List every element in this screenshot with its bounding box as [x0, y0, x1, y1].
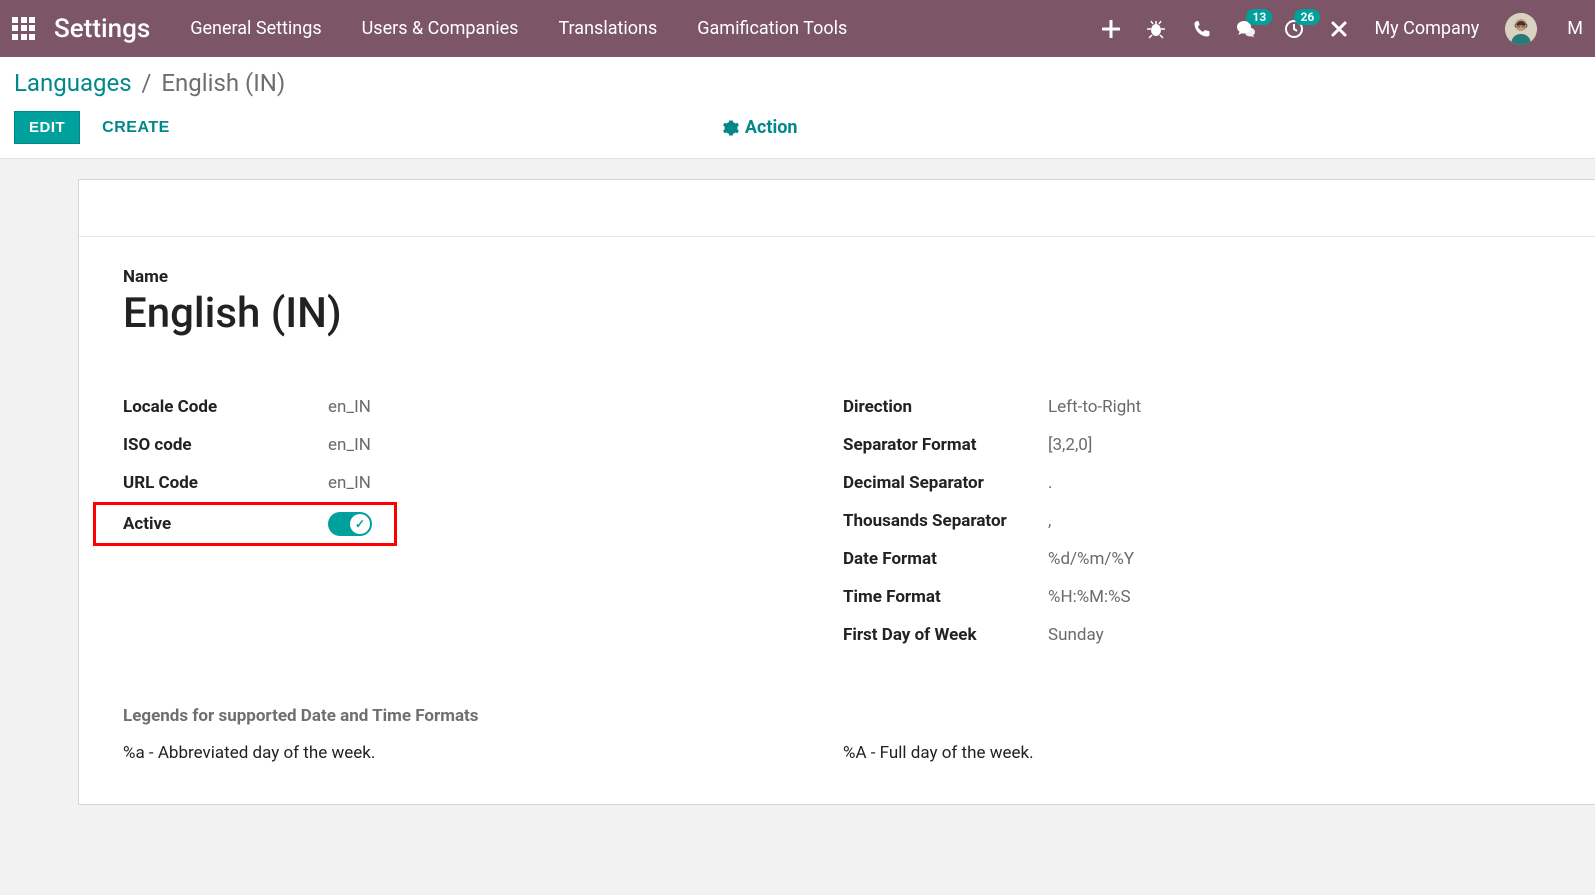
row-time-format: Time Format %H:%M:%S — [843, 578, 1563, 616]
form-col-right: Direction Left-to-Right Separator Format… — [843, 388, 1563, 654]
top-navbar: Settings General Settings Users & Compan… — [0, 0, 1595, 57]
value-date-format: %d/%m/%Y — [1048, 549, 1134, 569]
chat-icon[interactable]: 13 — [1236, 19, 1258, 39]
row-separator-format: Separator Format [3,2,0] — [843, 426, 1563, 464]
clock-icon[interactable]: 26 — [1284, 19, 1304, 39]
bug-icon[interactable] — [1146, 19, 1166, 39]
row-iso-code: ISO code en_IN — [123, 426, 843, 464]
control-panel-buttons: EDIT CREATE Action — [14, 111, 1581, 158]
row-thousands-separator: Thousands Separator , — [843, 502, 1563, 540]
label-iso-code: ISO code — [123, 435, 328, 455]
label-separator-format: Separator Format — [843, 435, 1048, 455]
action-dropdown[interactable]: Action — [723, 117, 798, 138]
create-button[interactable]: CREATE — [88, 112, 184, 144]
legend-item: %A - Full day of the week. — [843, 742, 1563, 764]
label-locale-code: Locale Code — [123, 397, 328, 417]
label-time-format: Time Format — [843, 587, 1048, 607]
value-url-code: en_IN — [328, 473, 371, 493]
app-brand[interactable]: Settings — [54, 14, 150, 44]
form-sheet: Name English (IN) Locale Code en_IN ISO … — [78, 179, 1595, 805]
value-time-format: %H:%M:%S — [1048, 587, 1131, 607]
plus-icon[interactable] — [1102, 20, 1120, 38]
legend-grid: %a - Abbreviated day of the week. %A - F… — [123, 742, 1563, 764]
row-locale-code: Locale Code en_IN — [123, 388, 843, 426]
value-decimal-separator: . — [1048, 473, 1052, 493]
user-initial: M — [1567, 18, 1583, 39]
sheet-body: Name English (IN) Locale Code en_IN ISO … — [79, 237, 1595, 804]
company-switcher[interactable]: My Company — [1374, 18, 1479, 39]
edit-button[interactable]: EDIT — [14, 111, 80, 144]
apps-icon[interactable] — [12, 17, 36, 41]
nav-general-settings[interactable]: General Settings — [190, 18, 321, 39]
breadcrumb-separator: / — [136, 69, 158, 97]
check-icon: ✓ — [355, 517, 365, 531]
form-grid: Locale Code en_IN ISO code en_IN URL Cod… — [123, 388, 1563, 654]
activity-badge: 26 — [1294, 9, 1320, 25]
value-iso-code: en_IN — [328, 435, 371, 455]
legend-item: %a - Abbreviated day of the week. — [123, 742, 843, 764]
legends-header: Legends for supported Date and Time Form… — [123, 706, 1563, 726]
avatar[interactable] — [1505, 13, 1537, 45]
breadcrumb-current: English (IN) — [161, 69, 285, 97]
control-panel: Languages / English (IN) EDIT CREATE Act… — [0, 57, 1595, 159]
breadcrumb-parent[interactable]: Languages — [14, 69, 132, 97]
label-date-format: Date Format — [843, 549, 1048, 569]
sheet-statusbar — [79, 180, 1595, 237]
active-toggle[interactable]: ✓ — [328, 512, 372, 536]
nav-users-companies[interactable]: Users & Companies — [362, 18, 519, 39]
value-locale-code: en_IN — [328, 397, 371, 417]
close-icon[interactable] — [1330, 20, 1348, 38]
form-container: Name English (IN) Locale Code en_IN ISO … — [0, 159, 1595, 805]
label-direction: Direction — [843, 397, 1048, 417]
nav-gamification-tools[interactable]: Gamification Tools — [697, 18, 847, 39]
label-first-day: First Day of Week — [843, 625, 1048, 645]
name-label: Name — [123, 267, 1563, 287]
label-decimal-separator: Decimal Separator — [843, 473, 1048, 493]
breadcrumb: Languages / English (IN) — [14, 69, 1581, 97]
form-col-left: Locale Code en_IN ISO code en_IN URL Cod… — [123, 388, 843, 654]
row-date-format: Date Format %d/%m/%Y — [843, 540, 1563, 578]
legend-col-left: %a - Abbreviated day of the week. — [123, 742, 843, 764]
chat-badge: 13 — [1246, 9, 1272, 25]
row-direction: Direction Left-to-Right — [843, 388, 1563, 426]
nav-translations[interactable]: Translations — [558, 18, 657, 39]
nav-links: General Settings Users & Companies Trans… — [190, 18, 847, 39]
row-decimal-separator: Decimal Separator . — [843, 464, 1563, 502]
phone-icon[interactable] — [1192, 20, 1210, 38]
value-first-day: Sunday — [1048, 625, 1104, 645]
row-url-code: URL Code en_IN — [123, 464, 843, 502]
value-thousands-separator: , — [1048, 511, 1051, 531]
nav-right: 13 26 My Company M — [1102, 13, 1583, 45]
action-label: Action — [745, 117, 798, 138]
label-thousands-separator: Thousands Separator — [843, 511, 1048, 531]
value-direction: Left-to-Right — [1048, 397, 1141, 417]
legend-col-right: %A - Full day of the week. — [843, 742, 1563, 764]
value-separator-format: [3,2,0] — [1048, 435, 1092, 455]
row-first-day: First Day of Week Sunday — [843, 616, 1563, 654]
label-active: Active — [123, 514, 328, 534]
row-active: Active ✓ — [123, 505, 394, 543]
name-value: English (IN) — [123, 289, 1563, 338]
gear-icon — [723, 120, 739, 136]
label-url-code: URL Code — [123, 473, 328, 493]
active-highlight: Active ✓ — [93, 502, 397, 546]
toggle-knob: ✓ — [350, 514, 370, 534]
